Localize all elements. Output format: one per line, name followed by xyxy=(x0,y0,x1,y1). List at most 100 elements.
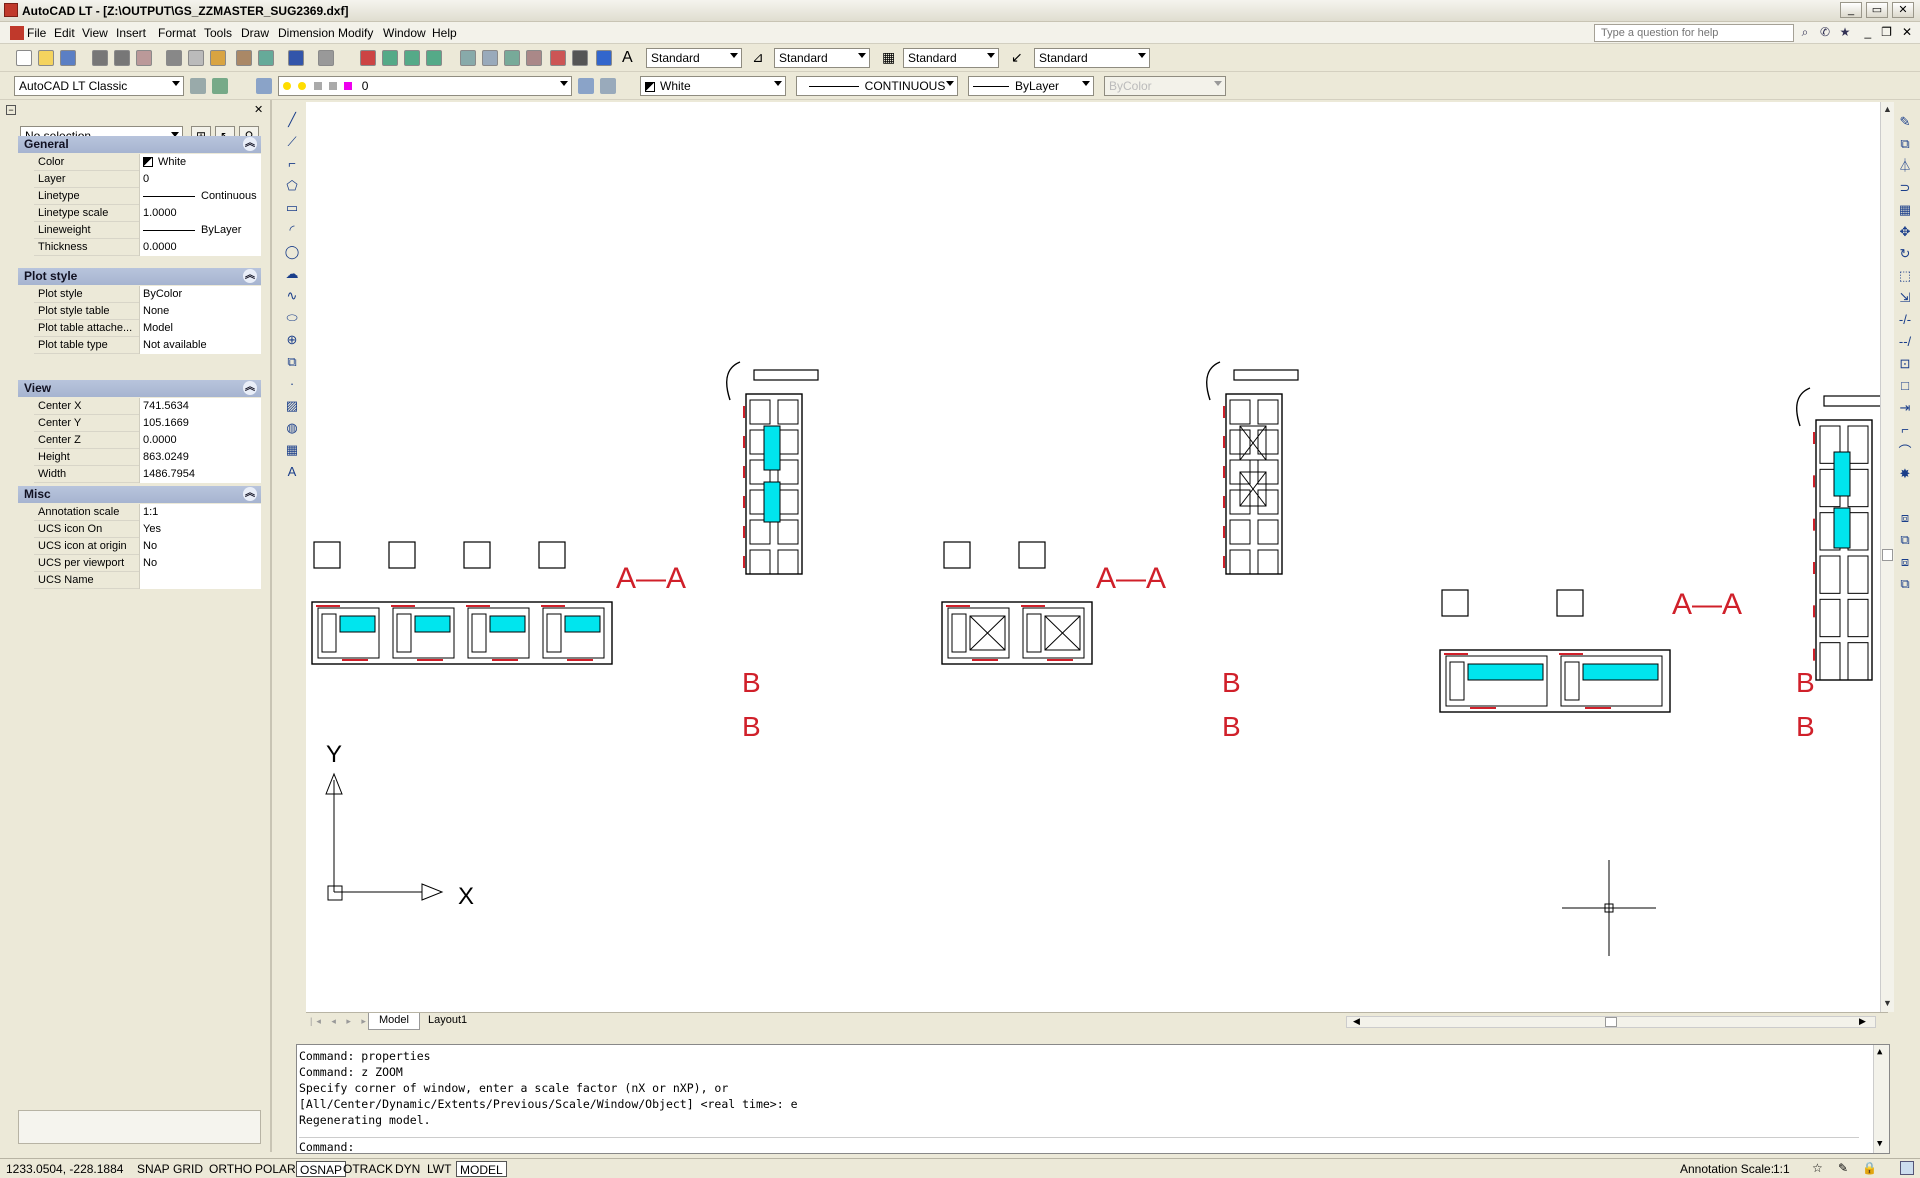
document-icon[interactable] xyxy=(10,26,24,40)
make-layer-current-icon[interactable] xyxy=(578,78,594,94)
polyline-icon[interactable]: ⌐ xyxy=(284,156,300,172)
property-value[interactable]: 741.5634 xyxy=(139,398,261,415)
undo-icon[interactable] xyxy=(288,50,304,66)
property-row[interactable]: Layer 0 xyxy=(34,171,261,188)
erase-icon[interactable]: ✎ xyxy=(1897,114,1913,130)
arc-icon[interactable]: ◜ xyxy=(284,222,300,238)
property-value[interactable]: ByColor xyxy=(139,286,261,303)
menu-view[interactable]: View xyxy=(82,26,108,40)
move-icon[interactable]: ✥ xyxy=(1897,224,1913,240)
collapse-chevron-icon[interactable]: ︽ xyxy=(243,137,257,151)
trim-icon[interactable]: -/- xyxy=(1897,312,1913,328)
table-icon[interactable]: ▦ xyxy=(284,442,300,458)
lock-icon[interactable]: 🔒 xyxy=(1862,1161,1877,1175)
scroll-down-icon[interactable]: ▼ xyxy=(1883,998,1892,1008)
properties-icon[interactable] xyxy=(460,50,476,66)
property-value[interactable]: 0.0000 xyxy=(139,432,261,449)
dim-style-select[interactable]: Standard xyxy=(774,48,870,68)
property-row[interactable]: Thickness 0.0000 xyxy=(34,239,261,256)
property-value[interactable]: Model xyxy=(139,320,261,337)
property-value[interactable]: 863.0249 xyxy=(139,449,261,466)
property-value[interactable]: No xyxy=(139,555,261,572)
property-value[interactable]: 1486.7954 xyxy=(139,466,261,483)
menu-format[interactable]: Format xyxy=(158,26,196,40)
status-model-button[interactable]: MODEL xyxy=(456,1161,507,1177)
tab-layout1[interactable]: Layout1 xyxy=(418,1013,477,1030)
menu-edit[interactable]: Edit xyxy=(54,26,75,40)
menu-draw[interactable]: Draw xyxy=(241,26,269,40)
spline-icon[interactable]: ∿ xyxy=(284,288,300,304)
layer-previous-icon[interactable] xyxy=(600,78,616,94)
scroll-right-icon[interactable]: ▶ xyxy=(1859,1016,1866,1027)
property-row[interactable]: UCS per viewport No xyxy=(34,555,261,572)
property-value[interactable]: 0 xyxy=(139,171,261,188)
quick-calc-icon[interactable] xyxy=(572,50,588,66)
status-snap-button[interactable]: SNAP xyxy=(134,1161,173,1177)
property-value[interactable]: Not available xyxy=(139,337,261,354)
tool-palettes-icon[interactable] xyxy=(504,50,520,66)
property-value[interactable]: Yes xyxy=(139,521,261,538)
clean-screen-icon[interactable] xyxy=(1900,1161,1914,1175)
status-lwt-button[interactable]: LWT xyxy=(424,1161,454,1177)
palette-close-icon[interactable]: ✕ xyxy=(254,103,263,116)
linetype-select[interactable]: CONTINUOUS xyxy=(796,76,958,96)
revision-cloud-icon[interactable]: ☁ xyxy=(284,266,300,282)
copy-icon[interactable] xyxy=(188,50,204,66)
property-row[interactable]: Center X 741.5634 xyxy=(34,398,261,415)
help-search-input[interactable] xyxy=(1594,24,1794,42)
menu-window[interactable]: Window xyxy=(383,26,426,40)
tab-model[interactable]: Model xyxy=(368,1013,420,1030)
block-editor-icon[interactable] xyxy=(258,50,274,66)
rotate-icon[interactable]: ↻ xyxy=(1897,246,1913,262)
ellipse-icon[interactable]: ⬭ xyxy=(284,310,300,326)
break-at-point-icon[interactable]: ⊡ xyxy=(1897,356,1913,372)
chamfer-icon[interactable]: ⌐ xyxy=(1897,422,1913,438)
property-row[interactable]: Center Z 0.0000 xyxy=(34,432,261,449)
favorites-icon[interactable]: ★ xyxy=(1838,25,1852,39)
annotation-scale-value[interactable]: 1:1 xyxy=(1773,1162,1790,1176)
palette-collapse-icon[interactable]: − xyxy=(6,105,16,115)
menu-insert[interactable]: Insert xyxy=(116,26,146,40)
circle-icon[interactable]: ◯ xyxy=(284,244,300,260)
cut-icon[interactable] xyxy=(166,50,182,66)
property-value[interactable]: ByLayer xyxy=(139,222,261,239)
property-value[interactable]: White xyxy=(139,154,261,171)
extend-icon[interactable]: --/ xyxy=(1897,334,1913,350)
property-value[interactable]: No xyxy=(139,538,261,555)
cmd-scroll-down-icon[interactable]: ▼ xyxy=(1877,1139,1882,1149)
property-value[interactable]: 105.1669 xyxy=(139,415,261,432)
search-icon[interactable]: ⌕ xyxy=(1798,25,1812,39)
zoom-previous-icon[interactable] xyxy=(426,50,442,66)
paste-icon[interactable] xyxy=(210,50,226,66)
break-icon[interactable]: □ xyxy=(1897,378,1913,394)
property-row[interactable]: Plot style table None xyxy=(34,303,261,320)
mirror-icon[interactable]: ⏃ xyxy=(1897,158,1913,174)
stretch-icon[interactable]: ⇲ xyxy=(1897,290,1913,306)
property-row[interactable]: Plot table type Not available xyxy=(34,337,261,354)
workspace-select[interactable]: AutoCAD LT Classic xyxy=(14,76,184,96)
property-value[interactable]: 1:1 xyxy=(139,504,261,521)
property-value[interactable]: 1.0000 xyxy=(139,205,261,222)
hscroll-thumb[interactable] xyxy=(1605,1017,1617,1027)
status-polar-button[interactable]: POLAR xyxy=(252,1161,299,1177)
property-row[interactable]: Width 1486.7954 xyxy=(34,466,261,483)
draw-order-icon[interactable]: ⧈ xyxy=(1897,510,1913,526)
app-icon[interactable] xyxy=(4,3,18,17)
bring-above-icon[interactable]: ⧉ xyxy=(1897,576,1913,592)
explode-icon[interactable]: ✸ xyxy=(1897,466,1913,482)
multileader-style-select[interactable]: Standard xyxy=(1034,48,1150,68)
open-icon[interactable] xyxy=(38,50,54,66)
layer-select[interactable]: 0 xyxy=(278,76,572,96)
make-block-icon[interactable]: ⧉ xyxy=(284,354,300,370)
maximize-button[interactable]: ▭ xyxy=(1866,2,1888,18)
array-icon[interactable]: ▦ xyxy=(1897,202,1913,218)
line-icon[interactable]: ╱ xyxy=(284,112,300,128)
collapse-chevron-icon[interactable]: ︽ xyxy=(243,487,257,501)
property-row[interactable]: Annotation scale 1:1 xyxy=(34,504,261,521)
property-row[interactable]: Color White xyxy=(34,154,261,171)
table-style-select[interactable]: Standard xyxy=(903,48,999,68)
qnew-icon[interactable] xyxy=(16,50,32,66)
command-scrollbar[interactable]: ▲ ▼ xyxy=(1873,1045,1889,1153)
collapse-chevron-icon[interactable]: ︽ xyxy=(243,381,257,395)
palette-section-header[interactable]: General ︽ xyxy=(18,136,261,153)
